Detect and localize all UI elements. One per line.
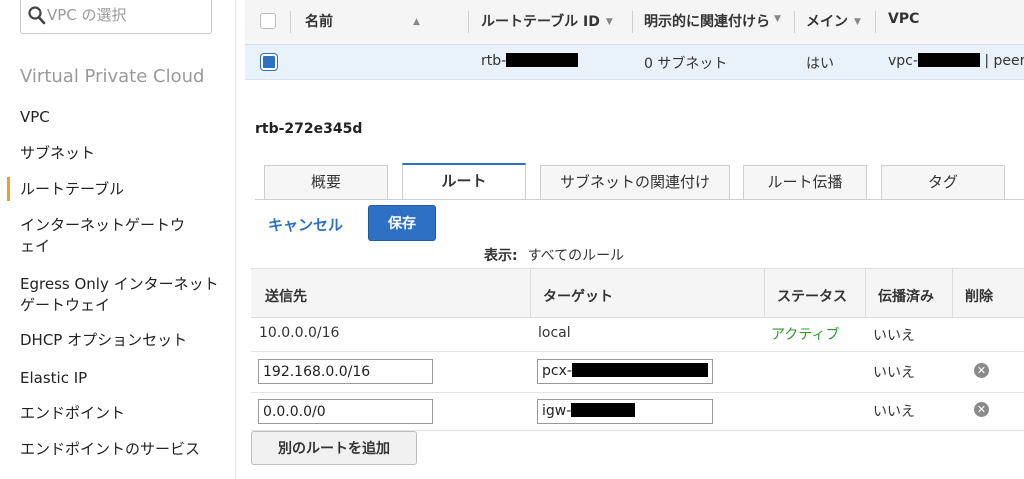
sidebar: Virtual Private Cloud VPC サブネット ルートテーブル … bbox=[0, 0, 236, 479]
route-target: local bbox=[538, 325, 571, 341]
row-checkbox[interactable] bbox=[261, 54, 277, 70]
tab-summary[interactable]: 概要 bbox=[264, 165, 388, 199]
tab-routes[interactable]: ルート bbox=[402, 163, 526, 200]
sort-icon: ▼ bbox=[605, 17, 613, 27]
tab-subnet-associations[interactable]: サブネットの関連付け bbox=[540, 165, 730, 199]
select-all-checkbox[interactable] bbox=[260, 13, 276, 29]
route-propagated: いいえ bbox=[873, 404, 915, 420]
table-row: 10.0.0.0/16 local アクティブ いいえ bbox=[251, 317, 1024, 352]
column-header-destination: 送信先 bbox=[265, 289, 307, 305]
sort-asc-icon: ▲ bbox=[413, 17, 420, 27]
column-header-route-table-id[interactable]: ルートテーブル ID ▼ bbox=[481, 11, 613, 31]
sidebar-item-elastic-ip[interactable]: Elastic IP bbox=[20, 368, 220, 389]
search-icon bbox=[28, 6, 46, 25]
routes-table-header: 送信先 ターゲット ステータス 伝播済み 削除 bbox=[251, 268, 1024, 318]
route-table-id: rtb- bbox=[481, 53, 579, 69]
remove-route-icon[interactable]: ✕ bbox=[974, 363, 989, 378]
main-value: はい bbox=[806, 56, 834, 72]
route-table-list-header: 名前 ▲ ルートテーブル ID ▼ 明示的に関連付けら ▼ メイン ▼ VPC bbox=[245, 0, 1024, 45]
column-header-main[interactable]: メイン ▼ bbox=[806, 11, 861, 31]
sidebar-item-subnets[interactable]: サブネット bbox=[20, 143, 220, 164]
add-route-button[interactable]: 別のルートを追加 bbox=[251, 431, 417, 465]
save-button[interactable]: 保存 bbox=[368, 205, 436, 241]
route-destination-input[interactable] bbox=[258, 359, 433, 384]
route-status: アクティブ bbox=[771, 327, 840, 343]
sidebar-item-egress-only-igw[interactable]: Egress Only インターネットゲートウェイ bbox=[20, 274, 220, 316]
route-propagated: いいえ bbox=[873, 328, 915, 344]
sidebar-item-route-tables[interactable]: ルートテーブル bbox=[7, 177, 220, 201]
tab-route-propagation[interactable]: ルート伝播 bbox=[743, 165, 867, 199]
cancel-button[interactable]: キャンセル bbox=[268, 214, 343, 235]
vpc-value: vpc- | peer_ bbox=[888, 53, 1024, 69]
sidebar-item-vpc[interactable]: VPC bbox=[20, 107, 220, 128]
column-header-vpc[interactable]: VPC bbox=[888, 11, 919, 27]
tab-tags[interactable]: タグ bbox=[881, 165, 1005, 199]
route-filter[interactable]: 表示: すべてのルール bbox=[484, 245, 624, 265]
route-target-input[interactable]: igw- bbox=[537, 399, 713, 424]
detail-title: rtb-272e345d bbox=[255, 121, 363, 137]
sort-icon: ▼ bbox=[854, 17, 861, 27]
table-row: pcx- いいえ ✕ bbox=[251, 352, 1024, 393]
filter-value[interactable]: すべてのルール bbox=[528, 248, 624, 264]
sidebar-item-internet-gateways[interactable]: インターネットゲートウェイ bbox=[20, 215, 195, 257]
table-row[interactable]: rtb- 0 サブネット はい vpc- | peer_ bbox=[245, 45, 1024, 80]
column-header-target: ターゲット bbox=[543, 289, 613, 305]
sidebar-item-dhcp-options[interactable]: DHCP オプションセット bbox=[20, 330, 220, 351]
column-header-status: ステータス bbox=[777, 289, 847, 305]
remove-route-icon[interactable]: ✕ bbox=[974, 402, 989, 417]
sidebar-item-endpoints[interactable]: エンドポイント bbox=[20, 403, 220, 424]
table-row: igw- いいえ ✕ bbox=[251, 393, 1024, 431]
explicit-association-value: 0 サブネット bbox=[644, 56, 728, 72]
sidebar-heading: Virtual Private Cloud bbox=[20, 66, 205, 87]
route-target-input[interactable]: pcx- bbox=[537, 359, 713, 384]
sort-icon: ▼ bbox=[774, 14, 781, 24]
column-header-name[interactable]: 名前 ▲ bbox=[305, 11, 420, 31]
vpc-search-box[interactable] bbox=[20, 0, 212, 34]
route-propagated: いいえ bbox=[873, 365, 915, 381]
tabs-divider bbox=[255, 199, 1024, 200]
sidebar-item-endpoint-services[interactable]: エンドポイントのサービス bbox=[20, 439, 210, 460]
column-header-propagated: 伝播済み bbox=[878, 289, 934, 305]
route-destination-input[interactable] bbox=[258, 399, 433, 424]
column-header-delete: 削除 bbox=[965, 289, 993, 305]
filter-label: 表示: bbox=[484, 248, 518, 264]
vpc-search-input[interactable] bbox=[47, 3, 207, 27]
route-destination: 10.0.0.0/16 bbox=[259, 325, 340, 341]
column-header-explicit-association[interactable]: 明示的に関連付けら bbox=[644, 11, 794, 31]
